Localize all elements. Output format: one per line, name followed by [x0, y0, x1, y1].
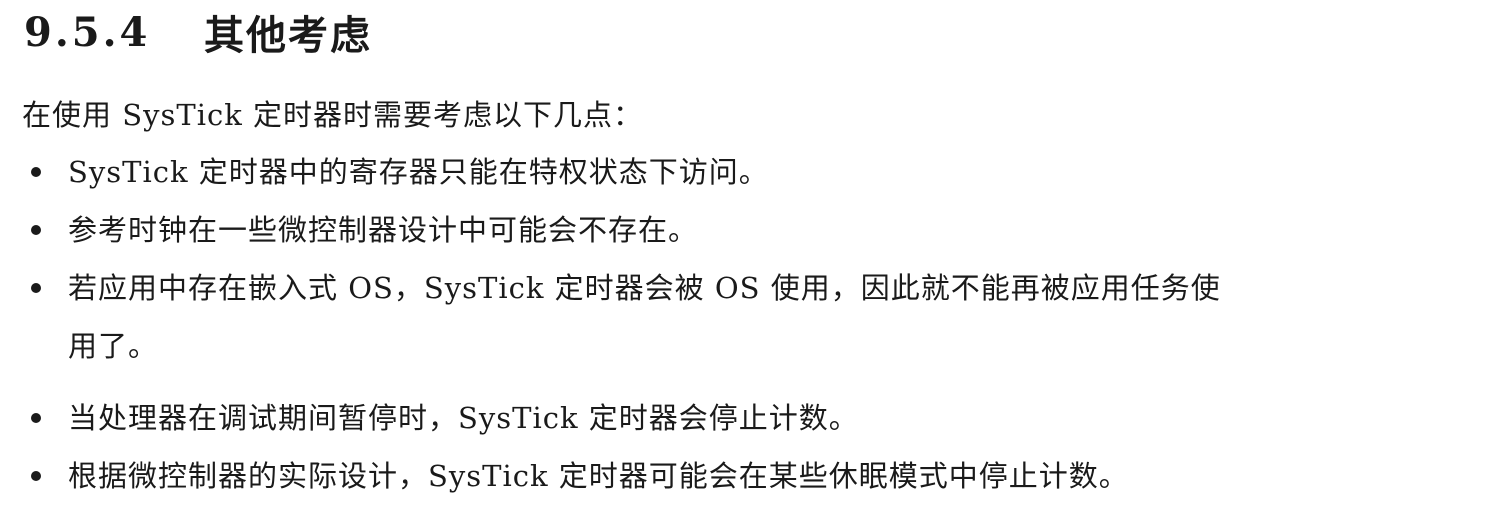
intro-paragraph: 在使用 SysTick 定时器时需要考虑以下几点： [22, 98, 644, 132]
bullet-icon [31, 413, 41, 423]
document-page: 9.5.4 其他考虑 在使用 SysTick 定时器时需要考虑以下几点： Sys… [0, 0, 1493, 518]
bullet-icon [31, 167, 41, 177]
list-item-text: 根据微控制器的实际设计，SysTick 定时器可能会在某些休眠模式中停止计数。 [68, 459, 1129, 493]
section-title: 其他考虑 [204, 13, 372, 59]
bullet-icon [31, 471, 41, 481]
section-heading: 9.5.4 其他考虑 [24, 6, 372, 60]
bullet-icon [31, 225, 41, 235]
section-number: 9.5.4 [24, 8, 151, 56]
list-item-text: 参考时钟在一些微控制器设计中可能会不存在。 [68, 213, 699, 247]
bullet-icon [31, 283, 41, 293]
list-item-text: 当处理器在调试期间暂停时，SysTick 定时器会停止计数。 [68, 401, 859, 435]
list-item-text: SysTick 定时器中的寄存器只能在特权状态下访问。 [68, 155, 769, 189]
list-item-text: 若应用中存在嵌入式 OS，SysTick 定时器会被 OS 使用，因此就不能再被… [68, 271, 1221, 305]
list-item-text-continuation: 用了。 [68, 329, 159, 363]
